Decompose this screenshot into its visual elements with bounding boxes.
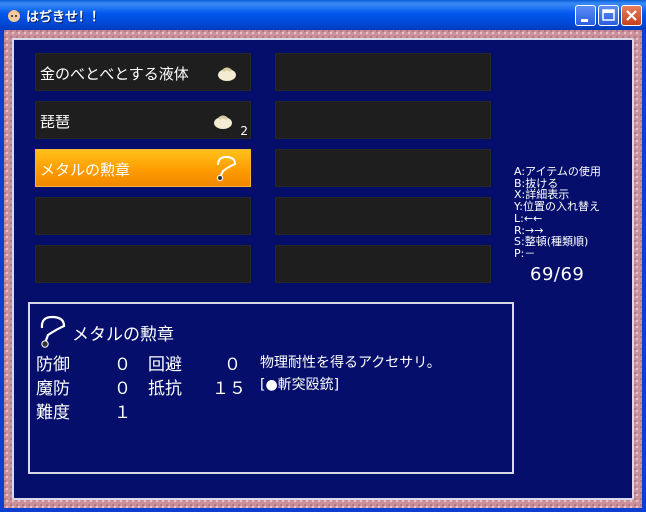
stat-label: 防御	[36, 355, 70, 375]
inventory-slot[interactable]	[35, 197, 251, 235]
stat-value: ０	[114, 355, 131, 375]
game-window: はぢきせ！！ 金のべとべとする液体 琵琶 2 メタルの勲章 A:アイテムの使用 …	[0, 0, 646, 512]
maximize-button[interactable]	[598, 5, 619, 26]
stat-label: 回避	[148, 355, 182, 375]
inventory-slot[interactable]	[35, 245, 251, 283]
stat-value: １	[114, 403, 131, 423]
stat-label: 魔防	[36, 379, 70, 399]
inventory-slot[interactable]	[275, 101, 491, 139]
item-count: 2	[240, 124, 248, 138]
pouch-icon	[218, 67, 236, 81]
inventory-slot[interactable]	[275, 53, 491, 91]
stat-value: １５	[212, 379, 246, 399]
title-bar[interactable]: はぢきせ！！	[0, 0, 646, 30]
item-description: 物理耐性を得るアクセサリ。	[260, 355, 441, 371]
close-icon	[626, 10, 637, 21]
item-name: 琵琶	[40, 113, 71, 131]
inventory-capacity: 69/69	[530, 264, 585, 285]
help-line: A:アイテムの使用	[514, 165, 601, 178]
stat-label: 抵抗	[148, 379, 182, 399]
maximize-icon	[602, 9, 615, 21]
window-title: はぢきせ！！	[26, 10, 105, 25]
item-detail-panel: メタルの勲章 防御 ０ 回避 ０ 魔防 ０ 抵抗 １５ 難度 １ 物理耐性を得る…	[28, 302, 514, 474]
inventory-slot-selected[interactable]: メタルの勲章	[35, 149, 251, 187]
help-line: L:←←	[514, 211, 543, 225]
inventory-slot[interactable]	[275, 245, 491, 283]
minimize-button[interactable]	[575, 5, 596, 26]
detail-item-name: メタルの勲章	[72, 325, 174, 345]
inventory-slot[interactable]: 金のべとべとする液体	[35, 53, 251, 91]
minimize-icon	[581, 19, 588, 22]
inventory-slot[interactable]: 琵琶 2	[35, 101, 251, 139]
inventory-slot[interactable]	[275, 149, 491, 187]
item-name: メタルの勲章	[40, 161, 131, 179]
stat-value: ０	[114, 379, 131, 399]
pouch-icon	[214, 115, 232, 129]
stat-value: ０	[224, 355, 241, 375]
stat-label: 難度	[36, 403, 70, 423]
item-name: 金のべとべとする液体	[40, 65, 189, 83]
inventory-slot[interactable]	[275, 197, 491, 235]
item-attribute-tag: [●斬突殴銃]	[260, 377, 340, 393]
close-button[interactable]	[621, 5, 642, 26]
controls-help: A:アイテムの使用 B:抜ける X:詳細表示 Y:位置の入れ替え L:←← R:…	[514, 166, 632, 260]
medal-icon	[40, 315, 66, 348]
medal-icon	[216, 155, 237, 182]
app-icon	[8, 10, 20, 22]
help-line: P:－	[514, 246, 536, 260]
